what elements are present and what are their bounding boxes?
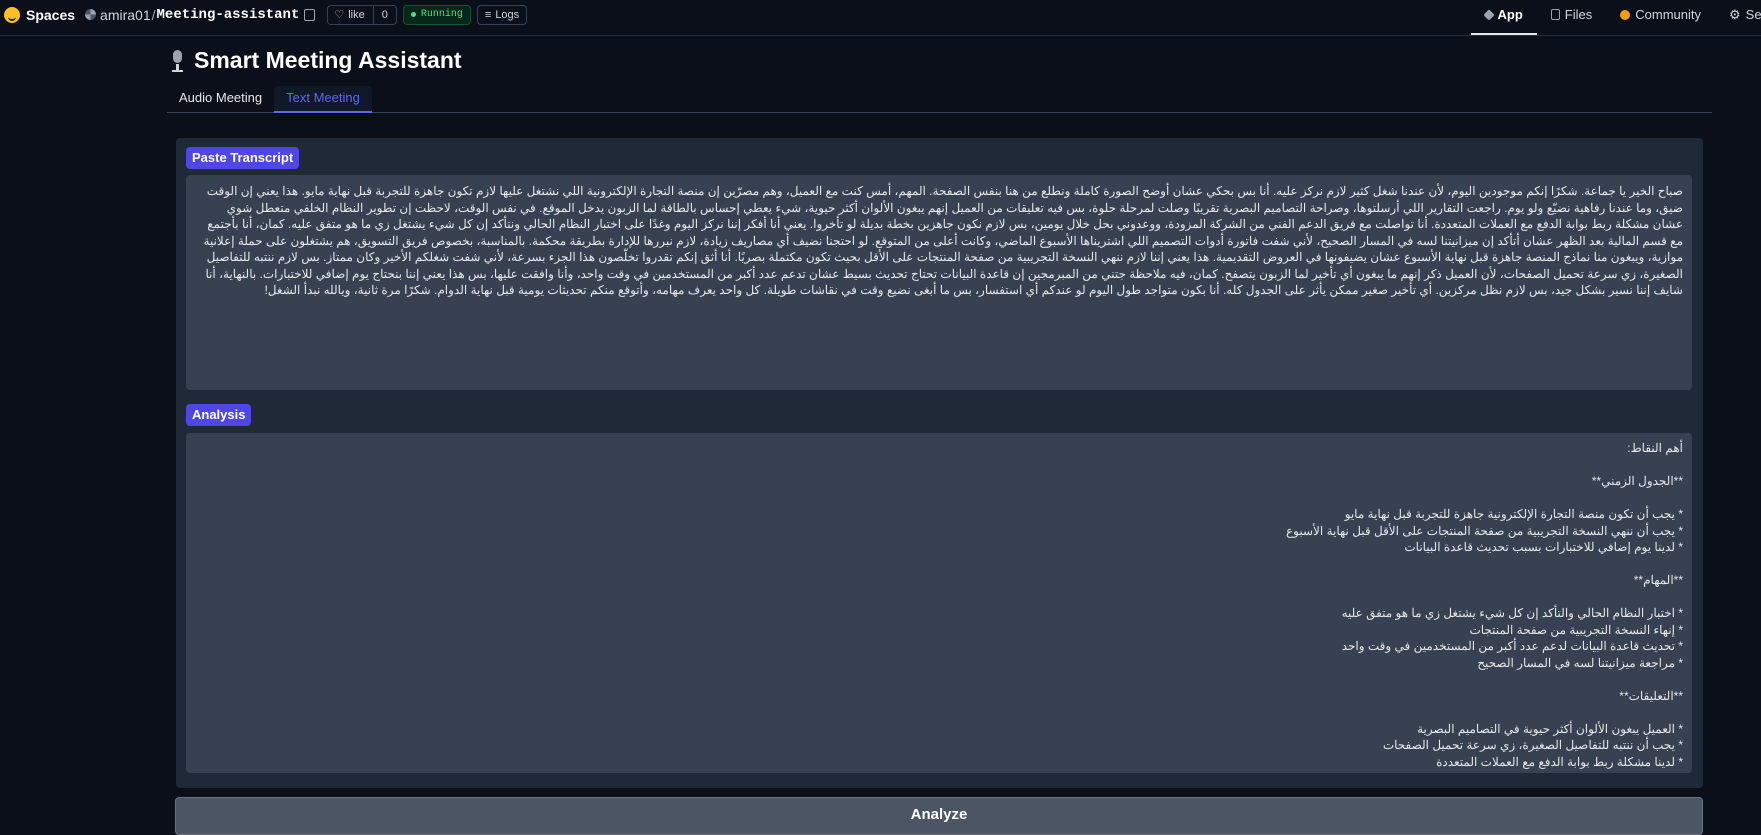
app-icon [1482, 8, 1495, 21]
spaces-link[interactable]: Spaces [26, 7, 75, 23]
gear-icon: ⚙ [1729, 6, 1741, 22]
analysis-output: أهم النقاط: **الجدول الزمني** * يجب أن ت… [186, 433, 1692, 773]
copy-icon[interactable] [304, 8, 316, 21]
community-icon [1620, 9, 1631, 20]
microphone-icon [170, 49, 184, 72]
transcript-label: Paste Transcript [186, 147, 300, 169]
space-nav: App Files Community ⚙ Settings [1470, 0, 1761, 35]
like-button[interactable]: ♡ like 0 [327, 4, 397, 25]
page-title-text: Smart Meeting Assistant [194, 47, 462, 73]
nav-community[interactable]: Community [1606, 0, 1715, 29]
transcript-textarea[interactable]: صباح الخير يا جماعة. شكرًا إنكم موجودين … [186, 175, 1692, 390]
nav-settings[interactable]: ⚙ Settings [1715, 0, 1761, 29]
repo-name-link[interactable]: Meeting-assistant [157, 7, 300, 23]
logs-label: Logs [495, 8, 520, 21]
nav-files-label: Files [1564, 7, 1593, 22]
status-text: Running [420, 9, 463, 20]
path-separator: / [151, 6, 156, 23]
nav-community-label: Community [1635, 7, 1701, 22]
topbar-divider [0, 35, 1761, 36]
nav-files[interactable]: Files [1537, 0, 1606, 29]
meeting-tabs: Audio Meeting Text Meeting [167, 86, 1712, 113]
like-label: like [348, 8, 365, 21]
huggingface-logo-icon[interactable] [4, 6, 20, 23]
tab-text-meeting[interactable]: Text Meeting [274, 86, 372, 113]
logs-icon: ≡ [484, 8, 492, 21]
transcript-text: صباح الخير يا جماعة. شكرًا إنكم موجودين … [203, 184, 1683, 297]
analyze-button[interactable]: Analyze [175, 797, 1703, 835]
status-badge: Running [402, 4, 471, 25]
hf-topbar: Spaces amira01 / Meeting-assistant ♡ like… [0, 0, 1761, 35]
file-icon [1550, 9, 1560, 20]
analysis-label: Analysis [186, 404, 252, 426]
like-count: 0 [381, 8, 388, 21]
owner-link[interactable]: amira01 [100, 7, 151, 23]
nav-app[interactable]: App [1470, 0, 1538, 35]
owner-avatar-icon [85, 9, 97, 20]
space-header: Spaces amira01 / Meeting-assistant ♡ like… [0, 0, 533, 29]
tab-audio-meeting[interactable]: Audio Meeting [167, 86, 274, 111]
nav-app-label: App [1497, 7, 1523, 22]
page-title: Smart Meeting Assistant [170, 47, 462, 74]
status-dot-icon [410, 12, 416, 17]
heart-icon: ♡ [334, 9, 345, 21]
logs-button[interactable]: ≡ Logs [476, 4, 528, 25]
nav-settings-label: Settings [1745, 7, 1761, 22]
